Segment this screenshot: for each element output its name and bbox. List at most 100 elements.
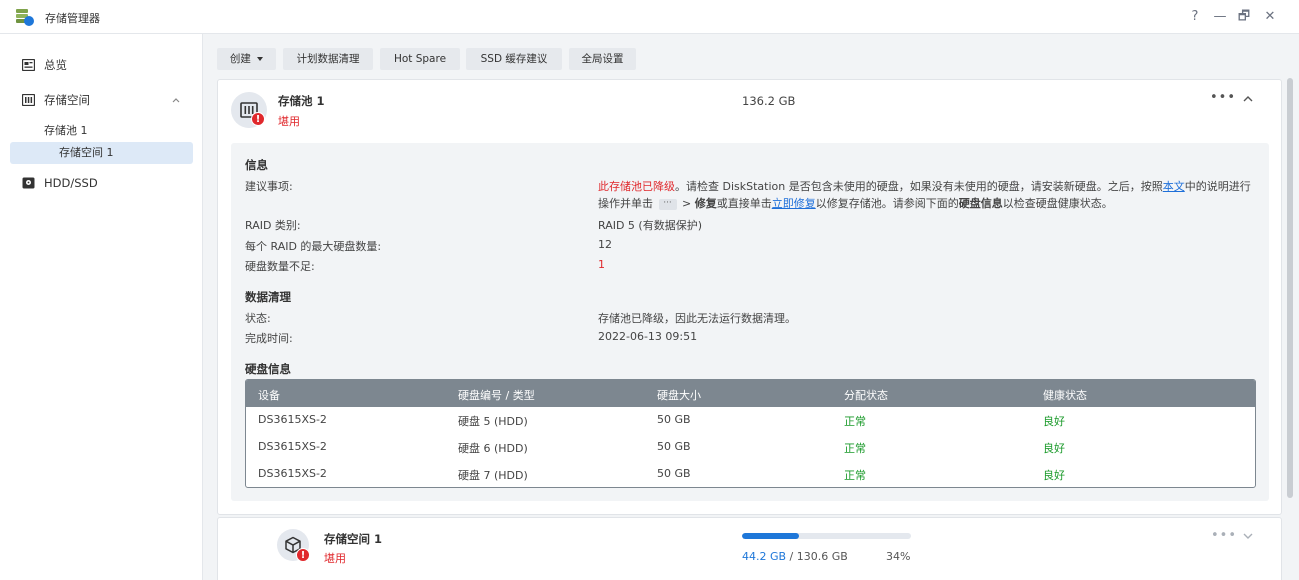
raid-type-label: RAID 类别: [245, 219, 301, 232]
create-button-label: 创建 [229, 53, 251, 65]
hot-spare-button[interactable]: Hot Spare [380, 48, 460, 70]
cell-disk: 硬盘 5 (HDD) [458, 415, 528, 428]
scrollbar[interactable] [1287, 78, 1293, 580]
suggestion-text-part: 。请检查 DiskStation 是否包含未使用的硬盘，如果没有未使用的硬盘，请… [675, 180, 1163, 193]
window-title: 存储管理器 [45, 12, 100, 25]
cell-size: 50 GB [657, 467, 691, 480]
caret-down-icon [257, 57, 264, 61]
cell-device: DS3615XS-2 [258, 413, 327, 426]
volume-used: 44.2 GB [742, 550, 787, 563]
sidebar-item-volume-1[interactable]: 存储空间 1 [10, 142, 193, 164]
overview-icon [22, 59, 35, 71]
cell-health-status: 良好 [1043, 469, 1065, 482]
scrub-time-label: 完成时间: [245, 332, 293, 345]
table-row[interactable]: DS3615XS-2 硬盘 6 (HDD) 50 GB 正常 良好 [246, 434, 1255, 461]
raid-type-value: RAID 5 (有数据保护) [598, 219, 703, 232]
cell-alloc-status: 正常 [844, 415, 866, 428]
scrub-time-value: 2022-06-13 09:51 [598, 330, 698, 343]
chevron-up-icon[interactable] [1243, 95, 1253, 102]
volume-usage-percent: 34% [886, 550, 911, 563]
repair-keyword: 修复 [694, 197, 717, 210]
more-options-icon[interactable]: ••• [1211, 528, 1237, 543]
column-header-size[interactable]: 硬盘大小 [657, 387, 701, 403]
suggestion-label: 建议事项: [245, 180, 293, 193]
disk-info-keyword: 硬盘信息 [958, 197, 1003, 210]
more-options-icon[interactable]: ••• [1210, 90, 1236, 105]
storage-icon [22, 94, 35, 106]
volume-total: / 130.6 GB [786, 550, 848, 563]
disk-info-section-title: 硬盘信息 [245, 362, 291, 376]
max-disks-label: 每个 RAID 的最大硬盘数量: [245, 240, 382, 253]
table-row[interactable]: DS3615XS-2 硬盘 5 (HDD) 50 GB 正常 良好 [246, 407, 1255, 434]
volume-usage-text: 44.2 GB / 130.6 GB [742, 550, 848, 563]
chevron-up-icon[interactable] [172, 97, 180, 103]
this-article-link[interactable]: 本文 [1163, 180, 1185, 193]
column-header-device[interactable]: 设备 [258, 387, 280, 403]
help-icon[interactable]: ? [1187, 9, 1203, 25]
pool-status: 堪用 [278, 115, 300, 128]
suggestion-text-part: > [682, 197, 695, 210]
cell-health-status: 良好 [1043, 415, 1065, 428]
table-row[interactable]: DS3615XS-2 硬盘 7 (HDD) 50 GB 正常 良好 [246, 461, 1255, 487]
pool-name: 存储池 1 [278, 94, 325, 108]
table-header: 设备 硬盘编号 / 类型 硬盘大小 分配状态 健康状态 [246, 380, 1255, 407]
scrollbar-thumb[interactable] [1287, 78, 1293, 498]
storage-pool-card: ! 存储池 1 堪用 136.2 GB ••• 信息 建议事项: 此存储池已降级… [217, 79, 1282, 515]
create-button[interactable]: 创建 [217, 48, 276, 70]
schedule-scrub-button[interactable]: 计划数据清理 [283, 48, 373, 70]
title-bar: 存储管理器 ? — 🗗 ✕ [0, 0, 1299, 34]
scrub-status-label: 状态: [245, 312, 271, 325]
max-disks-value: 12 [598, 238, 612, 251]
storage-manager-app-icon [16, 9, 34, 26]
volume-usage-fill [742, 533, 800, 539]
storage-pool-icon: ! [231, 92, 267, 128]
cell-size: 50 GB [657, 413, 691, 426]
missing-disks-label: 硬盘数量不足: [245, 260, 315, 273]
sidebar-item-overview[interactable]: 总览 [10, 53, 193, 77]
suggestion-text-part: 或直接单击 [716, 197, 772, 210]
restore-icon[interactable]: 🗗 [1236, 9, 1252, 25]
degraded-warning-text: 此存储池已降级 [598, 180, 675, 193]
volume-name: 存储空间 1 [324, 532, 383, 546]
sidebar-item-storage[interactable]: 存储空间 [10, 88, 193, 112]
scrub-status-value: 存储池已降级，因此无法运行数据清理。 [598, 312, 796, 325]
column-header-alloc[interactable]: 分配状态 [844, 387, 888, 403]
close-icon[interactable]: ✕ [1262, 9, 1278, 25]
sidebar-item-pool-1[interactable]: 存储池 1 [10, 120, 193, 142]
missing-disks-value: 1 [598, 258, 605, 271]
suggestion-text-part: 操作并单击 [598, 197, 653, 210]
more-dots-icon: ··· [658, 198, 677, 210]
repair-now-link[interactable]: 立即修复 [772, 197, 816, 210]
column-header-disk[interactable]: 硬盘编号 / 类型 [458, 387, 535, 403]
cell-alloc-status: 正常 [844, 469, 866, 482]
sidebar-item-hdd-ssd[interactable]: HDD/SSD [10, 171, 193, 195]
cell-size: 50 GB [657, 440, 691, 453]
sidebar-item-label: 总览 [44, 58, 67, 72]
info-section-title: 信息 [245, 158, 268, 172]
sidebar-item-label: 存储池 1 [44, 124, 88, 137]
cell-device: DS3615XS-2 [258, 440, 327, 453]
pool-size: 136.2 GB [742, 94, 796, 108]
cell-device: DS3615XS-2 [258, 467, 327, 480]
cell-disk: 硬盘 6 (HDD) [458, 442, 528, 455]
ssd-cache-advice-button[interactable]: SSD 缓存建议 [466, 48, 562, 70]
global-settings-button[interactable]: 全局设置 [569, 48, 636, 70]
volume-usage-bar [742, 533, 911, 539]
volume-status: 堪用 [324, 552, 346, 565]
chevron-down-icon[interactable] [1243, 533, 1253, 540]
volume-card[interactable]: ! 存储空间 1 堪用 44.2 GB / 130.6 GB 34% ••• [217, 517, 1282, 580]
scrub-section-title: 数据清理 [245, 290, 291, 304]
suggestion-text-part: 以修复存储池。请参阅下面的 [815, 197, 959, 210]
cell-disk: 硬盘 7 (HDD) [458, 469, 528, 482]
disk-icon [22, 177, 35, 189]
suggestion-text-part: 以检查硬盘健康状态。 [1002, 197, 1113, 210]
minimize-icon[interactable]: — [1212, 9, 1228, 25]
cell-alloc-status: 正常 [844, 442, 866, 455]
column-header-health[interactable]: 健康状态 [1043, 387, 1087, 403]
sidebar-item-label: 存储空间 [44, 93, 90, 107]
warning-badge-icon: ! [251, 112, 265, 126]
pool-info-panel: 信息 建议事项: 此存储池已降级。请检查 DiskStation 是否包含未使用… [231, 143, 1269, 501]
suggestion-text-part: 中的说明进行 [1184, 180, 1251, 193]
volume-icon: ! [277, 529, 310, 562]
disk-info-table: 设备 硬盘编号 / 类型 硬盘大小 分配状态 健康状态 DS3615XS-2 硬… [245, 379, 1256, 488]
